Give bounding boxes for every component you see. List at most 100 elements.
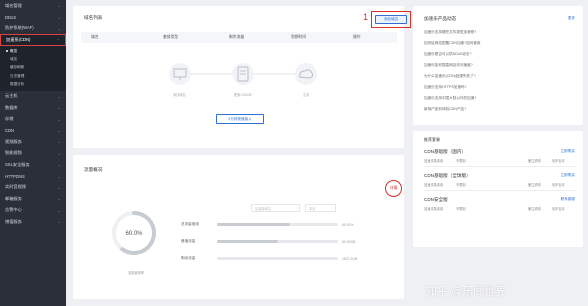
period-select[interactable]: 本月	[305, 204, 336, 212]
news-item[interactable]: 加速乐如何提高网站访问速度?	[424, 63, 473, 68]
sidebar-item-label: 域名管理	[5, 2, 22, 8]
news-item[interactable]: 加速乐支持哪些文件类型加速呢?	[424, 30, 476, 35]
watermark: 知乎 @乐闻世界	[426, 286, 507, 298]
news-item[interactable]: 加速乐支持中国大陆以外的加速?	[424, 96, 476, 101]
submenu-item-logs[interactable]: 日志管理	[0, 72, 66, 80]
sidebar-item-video[interactable]: 视频服务 ⌄	[0, 136, 66, 147]
sidebar-item-cdn[interactable]: 加速系(CDN) ⌃	[0, 34, 66, 47]
monitor-icon	[169, 63, 191, 85]
package-meta: 包年包月	[552, 183, 565, 187]
chevron-down-icon: ⌄	[57, 105, 61, 111]
sidebar-item-database[interactable]: 数据库 ⌄	[0, 102, 66, 113]
chevron-up-icon: ⌃	[56, 37, 60, 43]
package-name: CDN基础版（国内）	[424, 149, 467, 154]
metric-label: 总流量使用	[181, 222, 199, 226]
sidebar-item-label: 告警中心	[5, 207, 22, 213]
column-header-action: 操作	[353, 35, 361, 39]
sidebar-item-label: SSL安全服务	[5, 161, 30, 167]
sidebar-item-mail[interactable]: 邮箱服务 ⌄	[0, 193, 66, 204]
sidebar-item-label: 视频服务	[5, 138, 22, 144]
package-meta: 备注说明	[528, 207, 541, 211]
news-item[interactable]: 如何给网站配置CDN加速?如何使用	[424, 41, 481, 46]
submenu-item-analytics[interactable]: 数据分析	[0, 80, 66, 88]
package-meta: 不限制	[456, 207, 466, 211]
domain-list-panel: 域名列表 1 添加域名 域名 套餐类型 剩余流量 到期时间 操作 添加域名 配置…	[73, 6, 411, 148]
ring-label: 流量使用率	[128, 271, 144, 275]
chevron-down-icon: ⌄	[57, 196, 61, 202]
usage-detail-badge[interactable]: 详情	[385, 180, 402, 197]
empty-step-label: 生效	[303, 93, 310, 97]
sidebar-item-smart-video[interactable]: 智能视频 ⌄	[0, 148, 66, 159]
chevron-down-icon: ⌄	[57, 25, 61, 31]
sidebar-item-cloud-host[interactable]: 云主机 ⌄	[0, 91, 66, 102]
divider	[424, 190, 576, 191]
empty-step-label: 添加域名	[173, 93, 186, 97]
chevron-down-icon: ⌄	[57, 14, 61, 20]
sidebar-item-label: 增值服务	[5, 218, 22, 224]
package-name: CDN安全版	[424, 197, 448, 202]
news-item[interactable]: 加速乐是否可以防DDoS攻击?	[424, 52, 472, 57]
chevron-down-icon: ⌄	[57, 150, 61, 156]
quick-onboard-button[interactable]: 2分钟快速接入	[216, 114, 264, 124]
metric-bar	[217, 240, 338, 243]
sidebar-item-label: 云主机	[5, 93, 18, 99]
sidebar-item-ssl[interactable]: SSL安全服务 ⌄	[0, 159, 66, 170]
add-domain-button[interactable]: 添加域名	[375, 15, 407, 24]
news-item[interactable]: 加速乐支持HTTPS加速吗?	[424, 85, 467, 90]
sidebar-item-domain-management[interactable]: 域名管理 ⌄	[0, 0, 66, 11]
submenu-item-domain[interactable]: 域名	[0, 55, 66, 63]
sidebar-submenu: 概览 域名 缓存刷新 日志管理 数据分析	[0, 46, 66, 91]
package-contact-link[interactable]: 联系客服	[561, 197, 575, 202]
metric-bar-fill	[217, 223, 290, 226]
metric-value: 60.00%	[342, 222, 354, 227]
recommended-packages-panel: 推荐套餐 CDN基础版（国内） 立即购买 加速流量费用 不限制 备注说明 包年包…	[413, 131, 583, 247]
metric-bar-fill	[217, 240, 278, 243]
sidebar-item-waf[interactable]: 防护系统(WAF) ⌄	[0, 23, 66, 34]
submenu-item-overview[interactable]: 概览	[0, 47, 66, 55]
package-meta: 包年包月	[552, 159, 565, 163]
sidebar-item-httpdns[interactable]: HTTPDNS ⌄	[0, 170, 66, 181]
chevron-down-icon: ⌄	[57, 207, 61, 213]
chevron-down-icon: ⌄	[57, 128, 61, 134]
sidebar-item-ddos[interactable]: DDoS ⌄	[0, 11, 66, 22]
chevron-down-icon: ⌄	[57, 173, 61, 179]
ring-value: 60.0%	[125, 231, 143, 237]
chevron-down-icon: ⌄	[57, 139, 61, 145]
sidebar-item-label: 数据库	[5, 104, 18, 110]
metric-row: 剩余流量 1837.2GB	[181, 256, 357, 261]
metric-value: 1837.2GB	[342, 256, 358, 261]
news-title: 加速乐产品动态	[424, 16, 457, 21]
sidebar-item-label: HTTPDNS	[5, 173, 25, 179]
package-meta: 不限制	[456, 159, 466, 163]
chevron-down-icon: ⌄	[57, 162, 61, 168]
chevron-down-icon: ⌄	[57, 184, 61, 190]
sidebar-item-cdn2[interactable]: CDN ⌄	[0, 125, 66, 136]
callout-number: 1	[363, 12, 369, 22]
chevron-down-icon: ⌄	[57, 3, 61, 9]
sidebar: 域名管理 ⌄ DDoS ⌄ 防护系统(WAF) ⌄ 加速系(CDN) ⌃ 概览 域名 缓…	[0, 0, 66, 306]
column-header-remaining: 剩余流量	[229, 35, 245, 39]
submenu-item-cache-refresh[interactable]: 缓存刷新	[0, 64, 66, 72]
column-header-expiry: 到期时间	[291, 35, 307, 39]
usage-ring-chart: 60.0%	[112, 211, 156, 255]
chevron-down-icon: ⌄	[57, 219, 61, 225]
sidebar-item-label: 智能视频	[5, 150, 22, 156]
metric-row: 总流量使用 60.00%	[181, 222, 354, 227]
package-meta: 备注说明	[528, 183, 541, 187]
news-item[interactable]: 新用户如何体验CDN产品?	[424, 107, 466, 112]
sidebar-item-alert-center[interactable]: 告警中心 ⌄	[0, 205, 66, 216]
chevron-down-icon: ⌄	[57, 116, 61, 122]
news-item[interactable]: 为什么加速乐(CDN)回源失败了?	[424, 74, 476, 79]
package-buy-link[interactable]: 立即购买	[561, 173, 575, 178]
sidebar-item-value-added[interactable]: 增值服务 ⌄	[0, 216, 66, 227]
news-more-link[interactable]: 更多	[568, 16, 575, 21]
domain-list-title: 域名列表	[84, 15, 103, 20]
usage-title: 流量概况	[84, 167, 103, 172]
domain-select[interactable]: 请选择域名	[251, 204, 300, 212]
column-header-package: 套餐类型	[163, 35, 179, 39]
sidebar-item-storage[interactable]: 存储 ⌄	[0, 113, 66, 124]
product-news-panel: 加速乐产品动态 更多 加速乐支持哪些文件类型加速呢? 如何给网站配置CDN加速?…	[413, 6, 583, 125]
package-buy-link[interactable]: 立即购买	[561, 149, 575, 154]
sidebar-item-label: 防护系统(WAF)	[5, 25, 34, 31]
sidebar-item-rtc[interactable]: 实时音视频 ⌄	[0, 182, 66, 193]
